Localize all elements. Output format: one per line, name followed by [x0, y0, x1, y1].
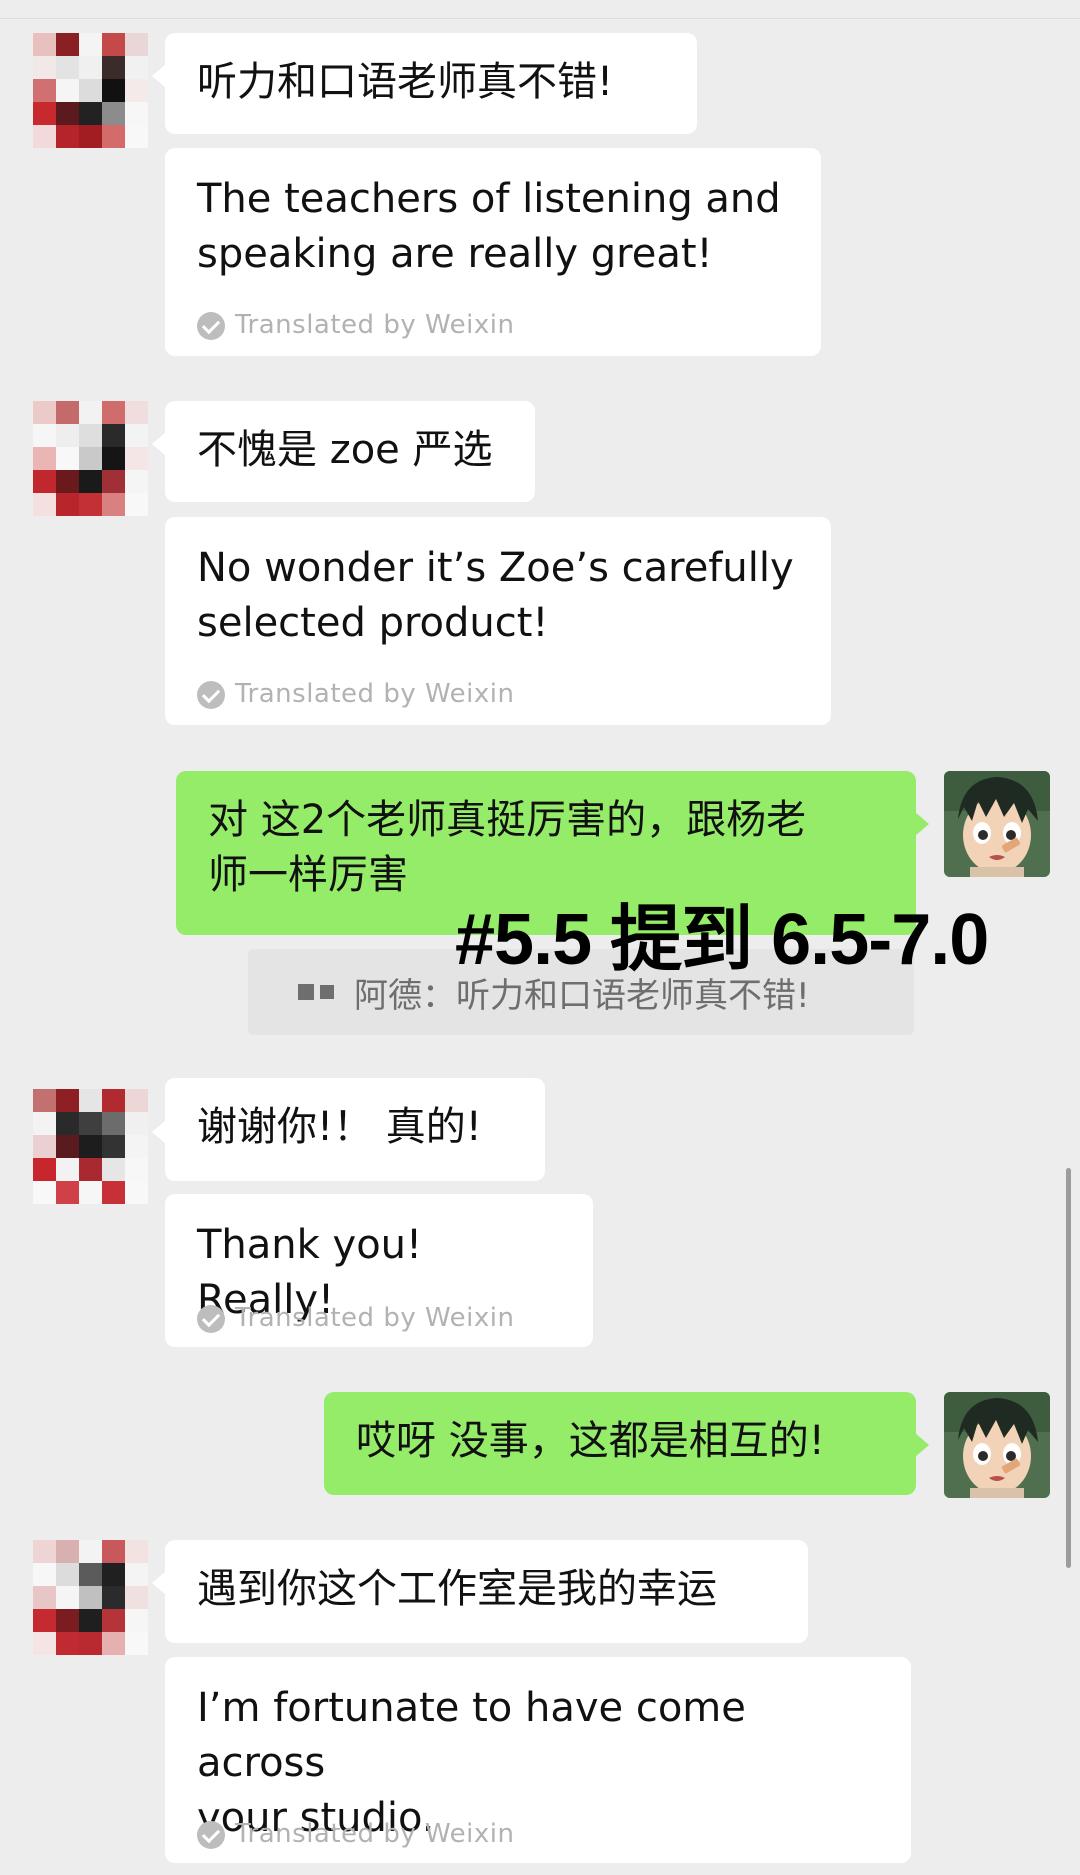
anime-boy-avatar-image — [944, 1392, 1050, 1498]
my-avatar[interactable] — [944, 771, 1050, 877]
pixelated-avatar-image — [33, 33, 148, 148]
pixelated-avatar-image — [33, 401, 148, 516]
translation-bubble[interactable]: The teachers of listening and speaking a… — [165, 148, 821, 356]
bubble-tail — [152, 432, 166, 456]
bubble-tail — [915, 812, 929, 836]
translation-text: No wonder it’s Zoe’s carefully selected … — [197, 545, 794, 646]
translated-by-label: Translated by Weixin — [197, 1291, 514, 1346]
contact-avatar[interactable] — [33, 33, 148, 148]
translation-bubble[interactable]: Thank you! Really! Translated by Weixin — [165, 1194, 593, 1347]
translation-source: Translated by Weixin — [235, 1819, 515, 1849]
score-overlay-text: #5.5 提到 6.5-7.0 — [455, 900, 989, 980]
bubble-tail — [152, 1571, 166, 1595]
outgoing-message-bubble[interactable]: 哎呀 没事，这都是相互的! — [324, 1392, 916, 1495]
translation-text: The teachers of listening and speaking a… — [197, 176, 781, 277]
bubble-tail — [152, 1120, 166, 1144]
message-text: 遇到你这个工作室是我的幸运 — [197, 1566, 717, 1612]
incoming-message-bubble[interactable]: 听力和口语老师真不错! — [165, 33, 697, 134]
contact-avatar[interactable] — [33, 401, 148, 516]
quote-icon — [298, 984, 340, 1000]
translation-source: Translated by Weixin — [235, 679, 515, 709]
incoming-message-bubble[interactable]: 遇到你这个工作室是我的幸运 — [165, 1540, 808, 1643]
contact-avatar[interactable] — [33, 1089, 148, 1204]
contact-avatar[interactable] — [33, 1540, 148, 1655]
translated-by-label: Translated by Weixin — [197, 667, 514, 722]
translated-by-label: Translated by Weixin — [197, 1807, 514, 1862]
bubble-tail — [915, 1433, 929, 1457]
pixelated-avatar-image — [33, 1089, 148, 1204]
check-circle-icon — [197, 1820, 225, 1849]
incoming-message-bubble[interactable]: 不愧是 zoe 严选 — [165, 401, 535, 502]
top-divider — [0, 18, 1080, 19]
check-circle-icon — [197, 680, 225, 709]
message-text: 哎呀 没事，这都是相互的! — [356, 1418, 825, 1464]
translation-bubble[interactable]: No wonder it’s Zoe’s carefully selected … — [165, 517, 831, 725]
anime-boy-avatar-image — [944, 771, 1050, 877]
pixelated-avatar-image — [33, 1540, 148, 1655]
message-text: 听力和口语老师真不错! — [197, 59, 614, 105]
my-avatar[interactable] — [944, 1392, 1050, 1498]
message-text: 谢谢你!！ 真的! — [197, 1104, 482, 1150]
check-circle-icon — [197, 311, 225, 340]
incoming-message-bubble[interactable]: 谢谢你!！ 真的! — [165, 1078, 545, 1181]
bubble-tail — [152, 64, 166, 88]
translation-source: Translated by Weixin — [235, 1303, 515, 1333]
translated-by-label: Translated by Weixin — [197, 298, 514, 353]
scrollbar[interactable] — [1066, 1168, 1071, 1568]
translation-bubble[interactable]: I’m fortunate to have come across your s… — [165, 1657, 911, 1863]
message-text: 不愧是 zoe 严选 — [197, 427, 493, 473]
translation-source: Translated by Weixin — [235, 310, 515, 340]
check-circle-icon — [197, 1304, 225, 1333]
